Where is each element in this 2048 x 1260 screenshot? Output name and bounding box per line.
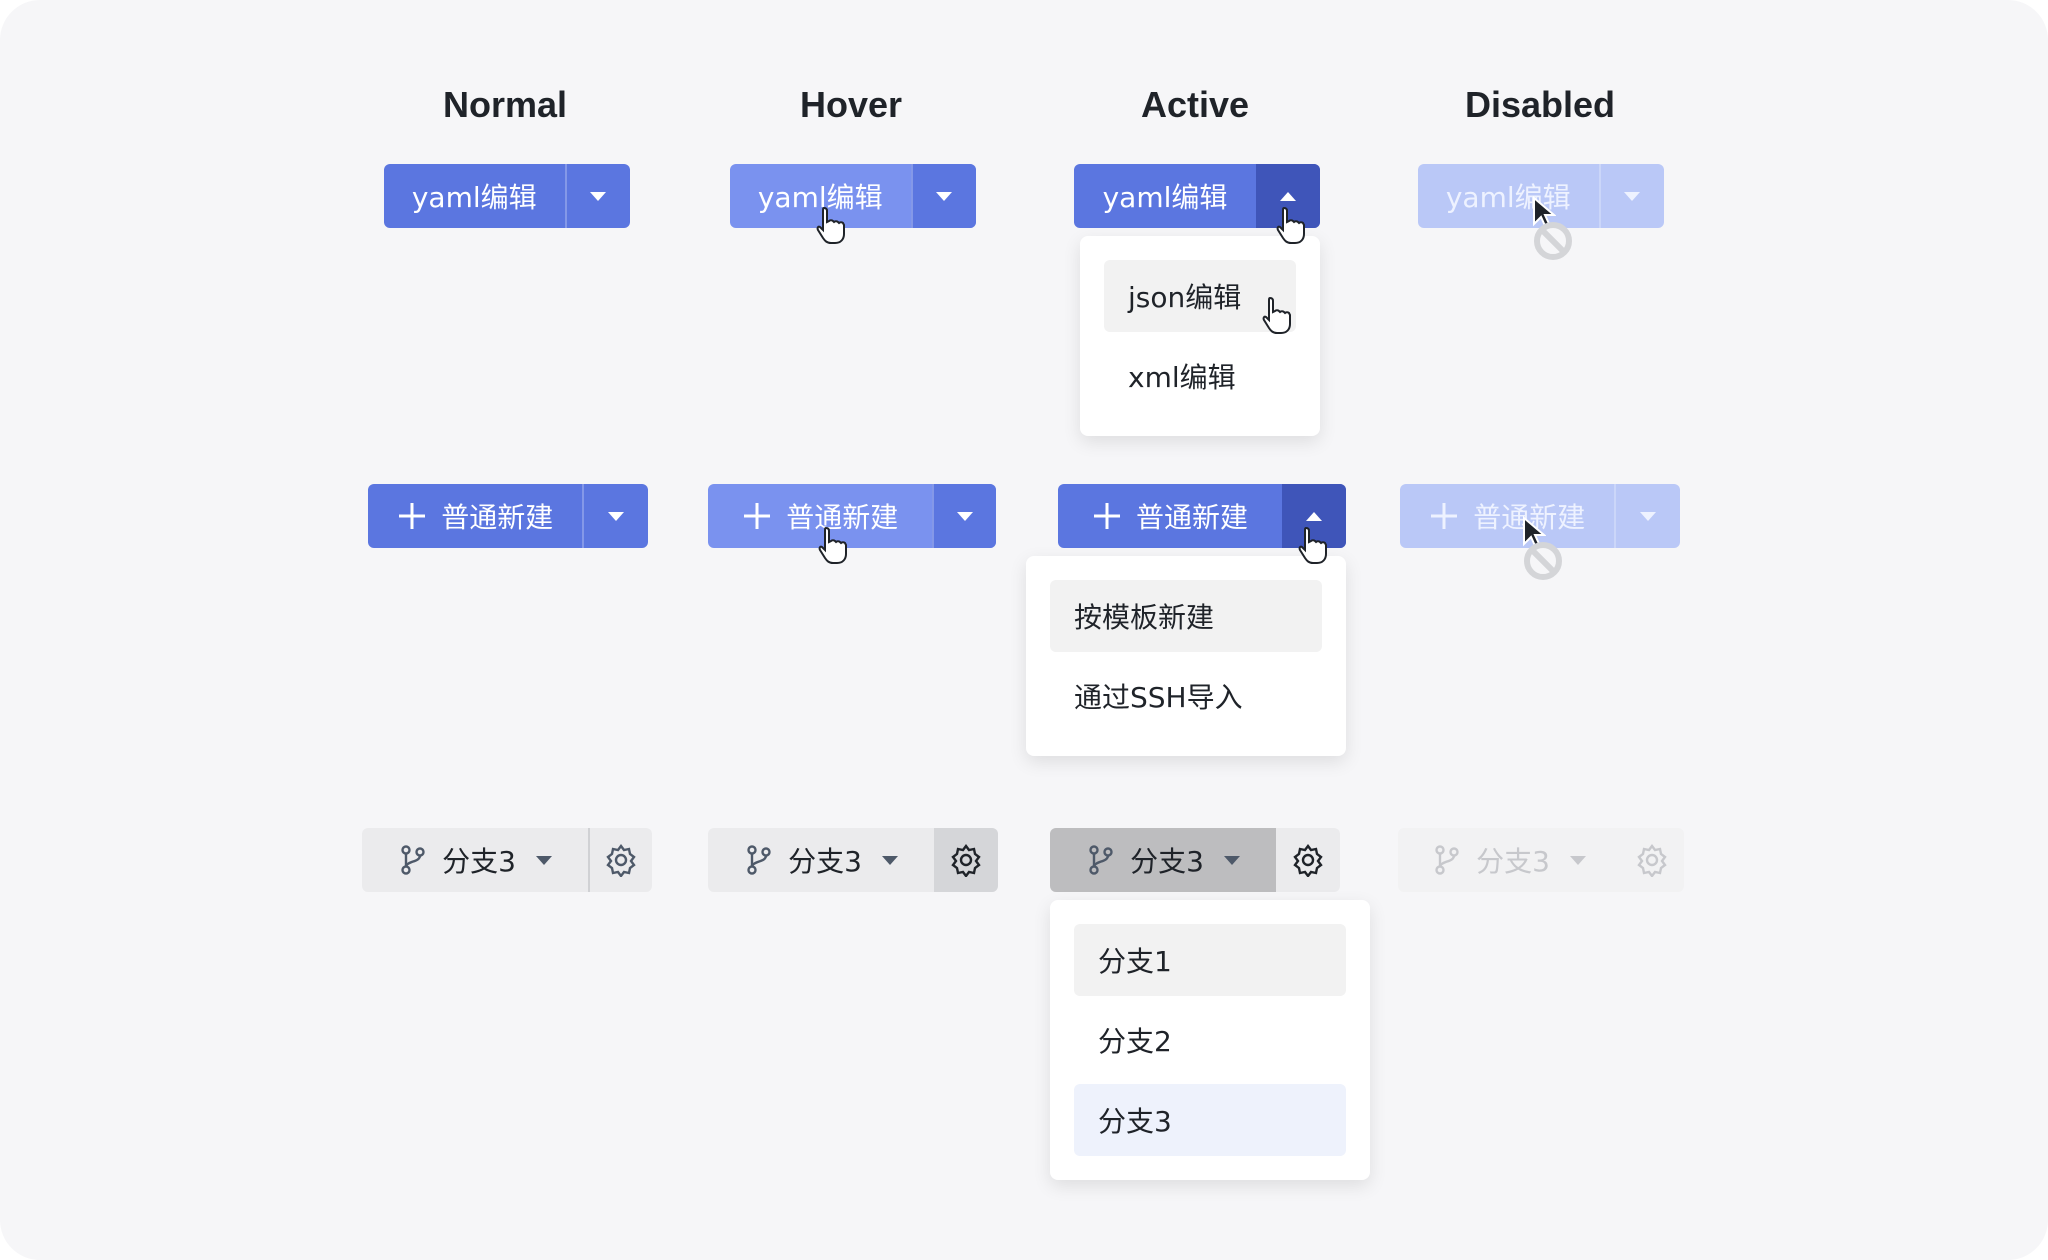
menu-item-json-edit[interactable]: json编辑 bbox=[1104, 260, 1296, 332]
menu-item-label: 分支1 bbox=[1098, 945, 1172, 978]
caret-up-icon bbox=[1280, 191, 1296, 201]
yaml-edit-label: yaml编辑 bbox=[757, 181, 883, 214]
gear-icon bbox=[606, 844, 636, 877]
new-button-label: 普通新建 bbox=[441, 501, 554, 534]
branch-dropdown-button: 分支3 bbox=[1398, 828, 1620, 892]
caret-down-icon bbox=[1223, 855, 1240, 865]
yaml-dropdown-toggle[interactable] bbox=[564, 164, 630, 228]
new-dropdown-toggle[interactable] bbox=[582, 484, 648, 548]
branch-settings-button[interactable] bbox=[934, 828, 998, 892]
branch-label: 分支3 bbox=[1476, 845, 1550, 878]
new-dropdown-toggle bbox=[1614, 484, 1680, 548]
branch-icon bbox=[401, 845, 425, 875]
menu-item-import-via-ssh[interactable]: 通过SSH导入 bbox=[1050, 660, 1322, 732]
branch-settings-button[interactable] bbox=[1276, 828, 1340, 892]
yaml-edit-button[interactable]: yaml编辑 bbox=[384, 164, 565, 228]
branch-icon bbox=[1089, 845, 1113, 875]
caret-down-icon bbox=[936, 191, 953, 201]
new-split-button-normal[interactable]: 普通新建 bbox=[368, 484, 648, 548]
menu-item-label: 分支2 bbox=[1098, 1025, 1172, 1058]
column-title-normal: Normal bbox=[442, 84, 568, 125]
yaml-dropdown-toggle[interactable] bbox=[1256, 164, 1320, 228]
menu-item-branch-2[interactable]: 分支2 bbox=[1074, 1004, 1346, 1076]
branch-dropdown-button[interactable]: 分支3 bbox=[1050, 828, 1276, 892]
branch-selector-normal[interactable]: 分支3 bbox=[362, 828, 652, 892]
new-dropdown-menu: 按模板新建 通过SSH导入 bbox=[1026, 556, 1346, 756]
new-split-button-hover[interactable]: 普通新建 bbox=[708, 484, 996, 548]
branch-settings-button bbox=[1620, 828, 1684, 892]
new-button-label: 普通新建 bbox=[1135, 501, 1248, 534]
branch-icon bbox=[1435, 845, 1459, 875]
menu-item-branch-3-selected[interactable]: 分支3 bbox=[1074, 1084, 1346, 1156]
caret-down-icon bbox=[881, 855, 898, 865]
new-button[interactable]: 普通新建 bbox=[1058, 484, 1282, 548]
branch-label: 分支3 bbox=[442, 845, 516, 878]
new-button-label: 普通新建 bbox=[786, 501, 899, 534]
gear-icon bbox=[1293, 844, 1323, 877]
caret-down-icon bbox=[608, 511, 625, 521]
yaml-split-button-normal[interactable]: yaml编辑 bbox=[384, 164, 630, 228]
plus-icon bbox=[399, 503, 426, 529]
new-split-button-active[interactable]: 普通新建 bbox=[1058, 484, 1346, 548]
new-button[interactable]: 普通新建 bbox=[708, 484, 932, 548]
column-title-disabled: Disabled bbox=[1464, 84, 1616, 125]
new-button-label: 普通新建 bbox=[1473, 501, 1586, 534]
menu-item-label: xml编辑 bbox=[1128, 361, 1236, 394]
caret-up-icon bbox=[1306, 511, 1322, 521]
caret-down-icon bbox=[957, 511, 974, 521]
branch-dropdown-button[interactable]: 分支3 bbox=[362, 828, 588, 892]
branch-settings-button[interactable] bbox=[588, 828, 652, 892]
new-button: 普通新建 bbox=[1400, 484, 1614, 548]
menu-item-label: json编辑 bbox=[1128, 281, 1242, 314]
menu-item-label: 分支3 bbox=[1098, 1105, 1172, 1138]
branch-selector-hover[interactable]: 分支3 bbox=[708, 828, 998, 892]
caret-down-icon bbox=[1624, 191, 1641, 201]
yaml-edit-label: yaml编辑 bbox=[411, 181, 537, 214]
yaml-dropdown-toggle[interactable] bbox=[910, 164, 976, 228]
gear-icon bbox=[951, 844, 981, 877]
branch-label: 分支3 bbox=[1130, 845, 1204, 878]
new-dropdown-toggle[interactable] bbox=[1282, 484, 1346, 548]
new-split-button-disabled: 普通新建 bbox=[1400, 484, 1680, 548]
caret-down-icon bbox=[1640, 511, 1657, 521]
yaml-dropdown-menu: json编辑 xml编辑 bbox=[1080, 236, 1320, 436]
gear-icon bbox=[1637, 844, 1667, 877]
yaml-dropdown-toggle bbox=[1598, 164, 1664, 228]
yaml-edit-label: yaml编辑 bbox=[1445, 181, 1571, 214]
new-dropdown-toggle[interactable] bbox=[932, 484, 996, 548]
branch-label: 分支3 bbox=[788, 845, 862, 878]
yaml-split-button-hover[interactable]: yaml编辑 bbox=[730, 164, 976, 228]
yaml-edit-button[interactable]: yaml编辑 bbox=[1074, 164, 1256, 228]
yaml-split-button-active[interactable]: yaml编辑 bbox=[1074, 164, 1320, 228]
branch-dropdown-menu: 分支1 分支2 分支3 bbox=[1050, 900, 1370, 1180]
menu-item-new-from-template[interactable]: 按模板新建 bbox=[1050, 580, 1322, 652]
new-button[interactable]: 普通新建 bbox=[368, 484, 582, 548]
plus-icon bbox=[744, 503, 771, 529]
caret-down-icon bbox=[590, 191, 607, 201]
plus-icon bbox=[1093, 503, 1120, 529]
branch-icon bbox=[747, 845, 771, 875]
yaml-split-button-disabled: yaml编辑 bbox=[1418, 164, 1664, 228]
yaml-edit-label: yaml编辑 bbox=[1102, 181, 1228, 214]
menu-item-xml-edit[interactable]: xml编辑 bbox=[1104, 340, 1296, 412]
branch-selector-active[interactable]: 分支3 bbox=[1050, 828, 1340, 892]
column-title-active: Active bbox=[1140, 84, 1250, 125]
branch-selector-disabled: 分支3 bbox=[1398, 828, 1684, 892]
caret-down-icon bbox=[1569, 855, 1586, 865]
yaml-edit-button: yaml编辑 bbox=[1418, 164, 1599, 228]
column-title-hover: Hover bbox=[799, 84, 903, 125]
menu-item-branch-1[interactable]: 分支1 bbox=[1074, 924, 1346, 996]
branch-dropdown-button[interactable]: 分支3 bbox=[708, 828, 934, 892]
menu-item-label: 按模板新建 bbox=[1074, 601, 1215, 634]
caret-down-icon bbox=[535, 855, 552, 865]
plus-icon bbox=[1431, 503, 1458, 529]
states-showcase-card: Normal Hover Active Disabled yaml编辑 yaml… bbox=[0, 0, 2048, 1260]
yaml-edit-button[interactable]: yaml编辑 bbox=[730, 164, 911, 228]
menu-item-label: 通过SSH导入 bbox=[1074, 681, 1243, 714]
